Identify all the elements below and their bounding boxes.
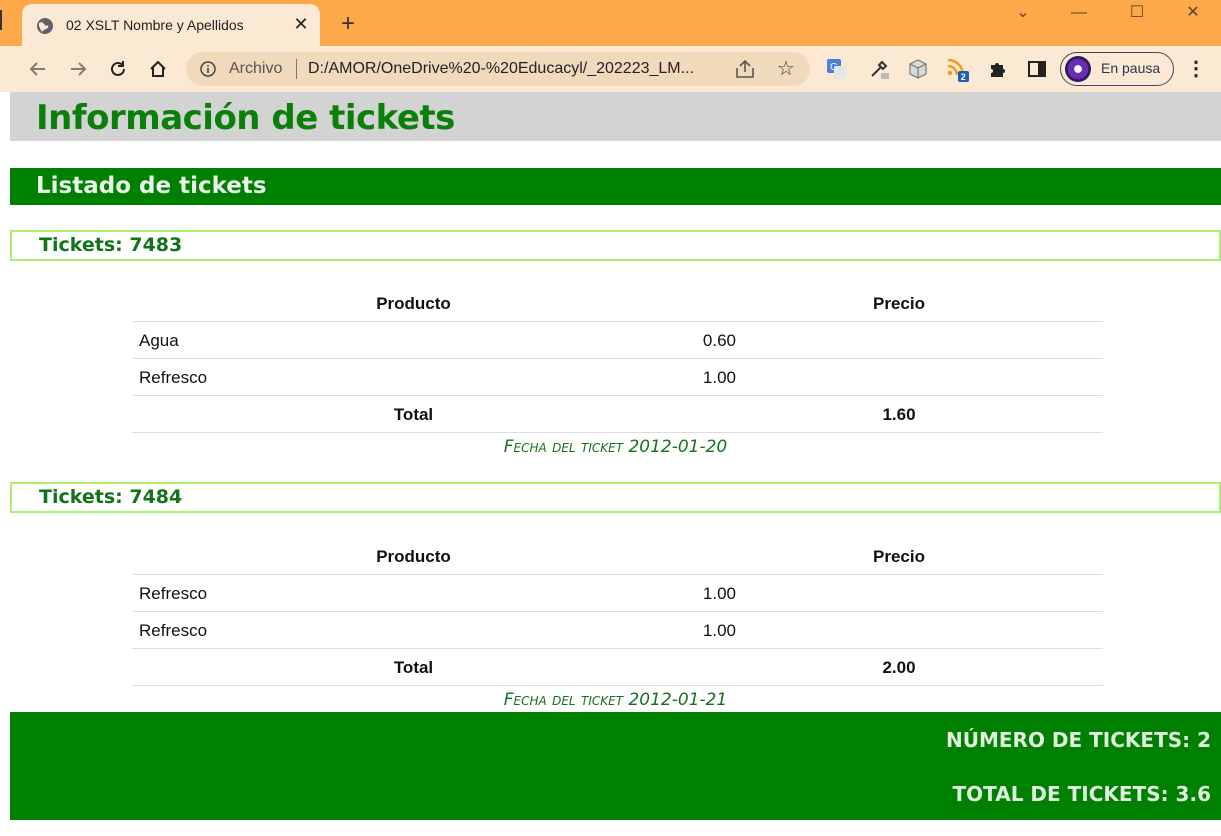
forward-button[interactable] — [65, 56, 91, 82]
arrow-right-icon — [71, 62, 87, 76]
url-text[interactable]: D:/AMOR/OneDrive%20-%20Educacyl/_202223_… — [308, 60, 694, 78]
table-row: Agua 0.60 — [132, 322, 1103, 359]
ticket-heading: Tickets: 7484 — [10, 482, 1221, 513]
address-bar[interactable]: Archivo D:/AMOR/OneDrive%20-%20Educacyl/… — [186, 52, 810, 86]
ticket-heading-text: Tickets: 7483 — [39, 234, 183, 256]
total-label: Total — [393, 405, 434, 424]
table-total-row: Total 2.00 — [132, 649, 1103, 686]
total-value: 1.60 — [882, 405, 916, 424]
reload-button[interactable] — [105, 56, 131, 82]
tab-close-icon[interactable]: ✕ — [290, 13, 312, 35]
puzzle-graphic — [991, 63, 1005, 77]
new-tab-button[interactable]: + — [334, 10, 362, 38]
cube-extension-icon[interactable] — [905, 56, 931, 82]
profile-label: En pausa — [1101, 60, 1161, 76]
page-header: Información de tickets — [10, 92, 1221, 141]
product-cell: Agua — [139, 331, 179, 350]
side-panel-icon[interactable] — [1024, 56, 1050, 82]
url-scheme-label: Archivo — [229, 60, 283, 77]
rss-feed-icon[interactable]: 2 — [945, 56, 971, 82]
ticket-heading: Tickets: 7483 — [10, 230, 1221, 261]
column-header-product: Producto — [376, 547, 451, 566]
total-value: 2.00 — [882, 658, 916, 677]
price-cell: 1.00 — [702, 368, 736, 387]
google-translate-icon[interactable]: G — [824, 56, 850, 82]
product-cell: Refresco — [139, 621, 208, 640]
reload-icon — [111, 61, 125, 76]
info-icon[interactable] — [200, 61, 216, 77]
maximize-button[interactable]: ☐ — [1109, 0, 1165, 26]
ticket-heading-text: Tickets: 7484 — [39, 486, 183, 508]
section-header: Listado de tickets — [10, 168, 1221, 205]
rss-graphic: 2 — [947, 58, 969, 82]
eyedropper-graphic — [871, 60, 889, 79]
globe-icon — [37, 18, 53, 34]
extensions-puzzle-icon[interactable] — [985, 56, 1011, 82]
back-button[interactable] — [25, 56, 51, 82]
total-label: Total — [393, 658, 434, 677]
url-separator — [296, 59, 297, 79]
profile-button[interactable]: En pausa — [1060, 52, 1174, 86]
price-cell: 1.00 — [702, 584, 736, 603]
home-icon — [150, 60, 166, 77]
column-header-price: Precio — [873, 294, 925, 313]
price-cell: 1.00 — [702, 621, 736, 640]
page-content: Información de tickets Listado de ticket… — [10, 92, 1221, 836]
minimize-button[interactable]: — — [1051, 0, 1107, 26]
share-icon[interactable] — [734, 59, 756, 79]
table-row: Refresco 1.00 — [132, 612, 1103, 649]
table-header-row: Producto Precio — [132, 285, 1103, 322]
home-button[interactable] — [145, 56, 171, 82]
table-row: Refresco 1.00 — [132, 359, 1103, 396]
ticket-table: Producto Precio Agua 0.60 Refresco 1.00 … — [132, 285, 1103, 433]
table-row: Refresco 1.00 — [132, 575, 1103, 612]
column-header-product: Producto — [376, 294, 451, 313]
eyedropper-icon[interactable] — [866, 56, 892, 82]
product-cell: Refresco — [139, 368, 208, 387]
bookmark-star-icon[interactable]: ☆ — [774, 57, 798, 81]
svg-text:G: G — [830, 62, 838, 73]
price-cell: 0.60 — [702, 331, 736, 350]
table-total-row: Total 1.60 — [132, 396, 1103, 433]
browser-toolbar: Archivo D:/AMOR/OneDrive%20-%20Educacyl/… — [0, 46, 1221, 92]
ticket-table: Producto Precio Refresco 1.00 Refresco 1… — [132, 538, 1103, 686]
cube-graphic — [909, 59, 927, 79]
product-cell: Refresco — [139, 584, 208, 603]
ticket-date: Fecha del ticket 2012-01-21 — [503, 690, 728, 710]
table-header-row: Producto Precio — [132, 538, 1103, 575]
tab-title: 02 XSLT Nombre y Apellidos — [66, 17, 244, 33]
tab-search-icon[interactable]: ⌄ — [995, 0, 1051, 26]
profile-avatar — [1065, 56, 1091, 82]
rss-badge-count: 2 — [961, 72, 966, 82]
ticket-count: NÚMERO DE TICKETS: 2 — [946, 728, 1211, 752]
translate-icon-graphic: G — [827, 59, 847, 79]
arrow-left-icon — [29, 62, 45, 76]
close-window-button[interactable]: ✕ — [1165, 0, 1221, 26]
page-title: Información de tickets — [36, 98, 455, 138]
ticket-date: Fecha del ticket 2012-01-20 — [503, 437, 728, 457]
summary-footer: NÚMERO DE TICKETS: 2 TOTAL DE TICKETS: 3… — [10, 712, 1221, 820]
side-panel-graphic — [1028, 61, 1046, 77]
column-header-price: Precio — [873, 547, 925, 566]
browser-menu-icon[interactable]: ⋮ — [1184, 56, 1208, 82]
browser-tab-bar: 02 XSLT Nombre y Apellidos ✕ + ⌄ — ☐ ✕ — [0, 0, 1221, 46]
ticket-total: TOTAL DE TICKETS: 3.6 — [952, 782, 1211, 806]
section-title: Listado de tickets — [36, 173, 267, 199]
window-corner-mark — [0, 10, 6, 30]
browser-tab-active[interactable]: 02 XSLT Nombre y Apellidos ✕ — [22, 4, 320, 46]
